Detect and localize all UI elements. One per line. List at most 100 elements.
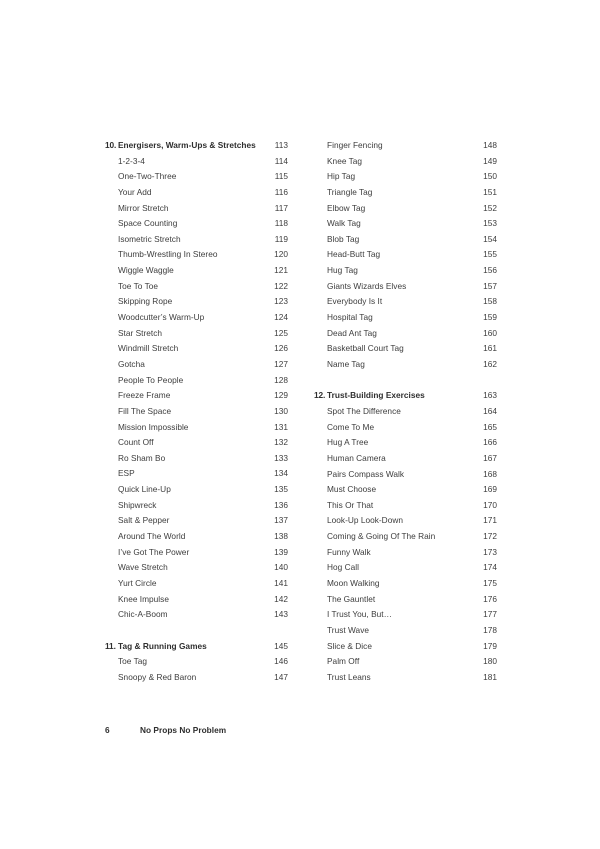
toc-entry-row[interactable]: Isometric Stretch 119 xyxy=(105,232,288,248)
toc-entry-row[interactable]: Snoopy & Red Baron 147 xyxy=(105,670,288,686)
toc-chapter-row[interactable]: 11. Tag & Running Games 145 xyxy=(105,639,288,655)
toc-entry-title: One-Two-Three xyxy=(118,171,177,182)
toc-entry-row[interactable]: Woodcutter’s Warm-Up 124 xyxy=(105,310,288,326)
toc-entry-row[interactable]: Elbow Tag 152 xyxy=(314,201,497,217)
toc-entry-row[interactable]: Head-Butt Tag 155 xyxy=(314,247,497,263)
toc-entry-title: Trust Leans xyxy=(327,671,371,682)
chapter-page-number: 145 xyxy=(274,640,288,651)
toc-entry-row[interactable]: Your Add 116 xyxy=(105,185,288,201)
toc-entry-row[interactable]: Name Tag 162 xyxy=(314,357,497,373)
toc-entry-row[interactable]: Hospital Tag 159 xyxy=(314,310,497,326)
toc-entry-row[interactable]: Knee Tag 149 xyxy=(314,154,497,170)
toc-entry-page-number: 131 xyxy=(274,421,288,432)
toc-entry-row[interactable]: Trust Leans 181 xyxy=(314,670,497,686)
toc-entry-row[interactable]: Basketball Court Tag 161 xyxy=(314,341,497,357)
toc-entry-page-number: 143 xyxy=(274,609,288,620)
toc-entry-row[interactable]: Coming & Going Of The Rain 172 xyxy=(314,529,497,545)
toc-entry-row[interactable]: Knee Impulse 142 xyxy=(105,592,288,608)
toc-entry-row[interactable]: Hug Tag 156 xyxy=(314,263,497,279)
toc-entry-row[interactable]: Spot The Difference 164 xyxy=(314,404,497,420)
toc-entry-page-number: 166 xyxy=(483,437,497,448)
toc-entry-title: Snoopy & Red Baron xyxy=(118,671,197,682)
toc-entry-page-number: 132 xyxy=(274,437,288,448)
toc-chapter-row[interactable]: 12. Trust-Building Exercises 163 xyxy=(314,388,497,404)
toc-chapter-row[interactable]: 10. Energisers, Warm-Ups & Stretches 113 xyxy=(105,138,288,154)
toc-entry-row[interactable]: Moon Walking 175 xyxy=(314,576,497,592)
toc-entry-row[interactable]: Around The World 138 xyxy=(105,529,288,545)
toc-entry-row[interactable]: Skipping Rope 123 xyxy=(105,294,288,310)
toc-entry-row[interactable]: Star Stretch 125 xyxy=(105,326,288,342)
toc-entry-title: Come To Me xyxy=(327,421,375,432)
toc-entry-row[interactable]: ESP 134 xyxy=(105,466,288,482)
toc-entry-row[interactable]: Freeze Frame 129 xyxy=(105,388,288,404)
toc-entry-row[interactable]: Slice & Dice 179 xyxy=(314,639,497,655)
toc-entry-row[interactable]: Hug A Tree 166 xyxy=(314,435,497,451)
toc-entry-row[interactable]: Count Off 132 xyxy=(105,435,288,451)
toc-entry-row[interactable]: I Trust You, But… 177 xyxy=(314,607,497,623)
page-footer: 6 No Props No Problem xyxy=(105,725,226,735)
toc-entry-row[interactable]: Space Counting 118 xyxy=(105,216,288,232)
toc-entry-row[interactable]: Toe Tag 146 xyxy=(105,654,288,670)
toc-entry-row[interactable]: Ro Sham Bo 133 xyxy=(105,451,288,467)
toc-entry-row[interactable]: Quick Line-Up 135 xyxy=(105,482,288,498)
toc-entry-row[interactable]: Palm Off 180 xyxy=(314,654,497,670)
toc-entry-row[interactable]: The Gauntlet 176 xyxy=(314,592,497,608)
toc-entry-row[interactable]: I’ve Got The Power 139 xyxy=(105,545,288,561)
toc-entry-title: Ro Sham Bo xyxy=(118,452,166,463)
toc-entry-row[interactable]: Fill The Space 130 xyxy=(105,404,288,420)
toc-entry-title: Quick Line-Up xyxy=(118,484,171,495)
toc-entry-row[interactable]: Gotcha 127 xyxy=(105,357,288,373)
toc-entry-row[interactable]: Salt & Pepper 137 xyxy=(105,513,288,529)
toc-entry-page-number: 135 xyxy=(274,484,288,495)
toc-entry-row[interactable]: Come To Me 165 xyxy=(314,420,497,436)
toc-entry-title: Isometric Stretch xyxy=(118,233,181,244)
toc-entry-page-number: 148 xyxy=(483,140,497,150)
toc-entry-row[interactable]: Toe To Toe 122 xyxy=(105,279,288,295)
toc-entry-page-number: 117 xyxy=(274,202,288,213)
toc-entry-row[interactable]: Triangle Tag 151 xyxy=(314,185,497,201)
toc-entry-row[interactable]: Pairs Compass Walk 168 xyxy=(314,467,497,483)
toc-entry-title: I Trust You, But… xyxy=(327,609,392,620)
toc-entry-page-number: 122 xyxy=(274,280,288,291)
toc-entry-title: Knee Impulse xyxy=(118,593,169,604)
toc-entry-page-number: 156 xyxy=(483,265,497,276)
toc-entry-row[interactable]: Mission Impossible 131 xyxy=(105,420,288,436)
toc-entry-row[interactable]: Chic-A-Boom 143 xyxy=(105,607,288,623)
toc-entry-page-number: 146 xyxy=(274,656,288,667)
toc-entry-page-number: 137 xyxy=(274,515,288,526)
toc-entry-row[interactable]: Everybody Is It 158 xyxy=(314,294,497,310)
toc-entry-row[interactable]: Windmill Stretch 126 xyxy=(105,341,288,357)
toc-entry-row[interactable]: Trust Wave 178 xyxy=(314,623,497,639)
toc-entry-row[interactable]: Human Camera 167 xyxy=(314,451,497,467)
toc-entry-row[interactable]: 1-2-3-4 114 xyxy=(105,154,288,170)
toc-entry-title: Name Tag xyxy=(327,358,365,369)
toc-entry-title: Look-Up Look-Down xyxy=(327,515,403,526)
toc-entry-row[interactable]: Look-Up Look-Down 171 xyxy=(314,513,497,529)
toc-entry-row[interactable]: Walk Tag 153 xyxy=(314,216,497,232)
toc-entry-row[interactable]: Wiggle Waggle 121 xyxy=(105,263,288,279)
toc-entry-row[interactable]: Must Choose 169 xyxy=(314,482,497,498)
toc-entry-page-number: 130 xyxy=(274,405,288,416)
toc-entry-row[interactable]: Dead Ant Tag 160 xyxy=(314,326,497,342)
toc-entry-row[interactable]: Hip Tag 150 xyxy=(314,169,497,185)
toc-entry-row[interactable]: Blob Tag 154 xyxy=(314,232,497,248)
toc-entry-row[interactable]: Hog Call 174 xyxy=(314,560,497,576)
toc-entry-row[interactable]: Wave Stretch 140 xyxy=(105,560,288,576)
toc-entry-page-number: 178 xyxy=(483,624,497,635)
toc-entry-title: Shipwreck xyxy=(118,499,157,510)
chapter-number: 11. xyxy=(105,640,116,651)
toc-entry-row[interactable]: Shipwreck 136 xyxy=(105,498,288,514)
toc-entry-row[interactable]: Mirror Stretch 117 xyxy=(105,201,288,217)
toc-entry-row[interactable]: Giants Wizards Elves 157 xyxy=(314,279,497,295)
toc-entry-row[interactable]: Funny Walk 173 xyxy=(314,545,497,561)
toc-entry-row[interactable]: People To People 128 xyxy=(105,373,288,389)
toc-entry-row[interactable]: This Or That 170 xyxy=(314,498,497,514)
toc-entry-row[interactable]: Yurt Circle 141 xyxy=(105,576,288,592)
toc-entry-title: Hospital Tag xyxy=(327,312,373,323)
toc-entry-title: I’ve Got The Power xyxy=(118,546,190,557)
toc-entry-row[interactable]: One-Two-Three 115 xyxy=(105,169,288,185)
toc-entry-row[interactable]: Thumb-Wrestling In Stereo 120 xyxy=(105,247,288,263)
toc-entry-page-number: 153 xyxy=(483,218,497,229)
toc-entry-row[interactable]: Finger Fencing 148 xyxy=(314,138,497,154)
toc-entry-title: Head-Butt Tag xyxy=(327,249,381,260)
